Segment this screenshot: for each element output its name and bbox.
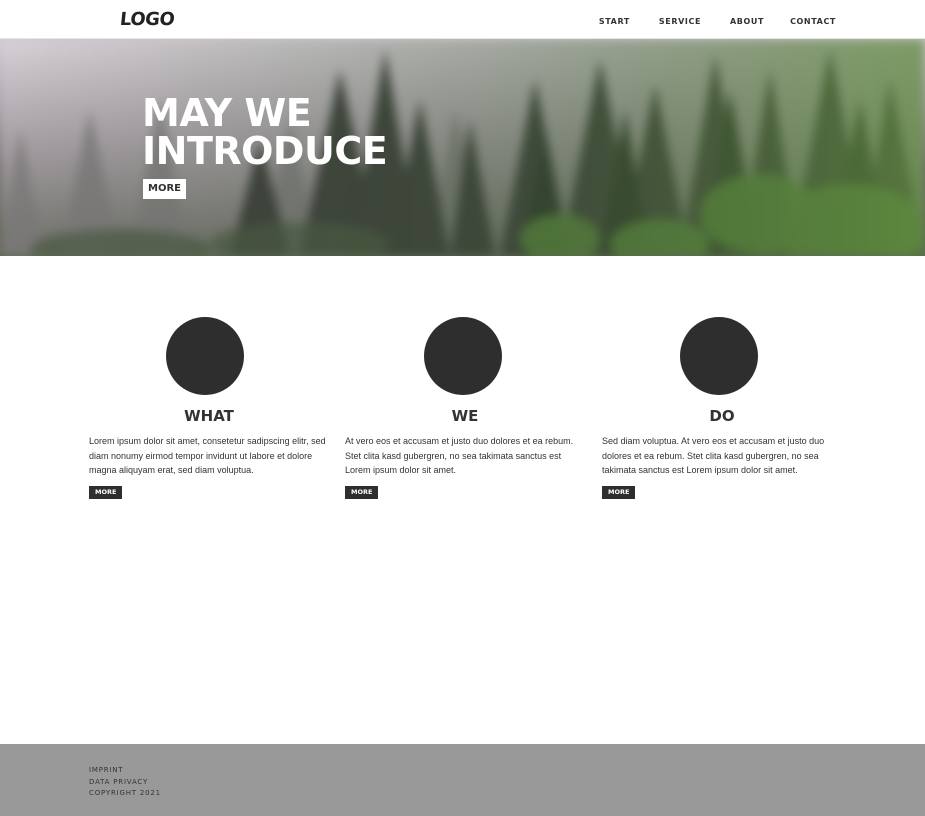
feature-image-placeholder — [424, 317, 502, 395]
feature-more-button[interactable]: MORE — [345, 485, 379, 499]
nav-about[interactable]: ABOUT — [730, 17, 764, 26]
feature-more-button[interactable]: MORE — [89, 485, 123, 499]
hero-more-button[interactable]: MORE — [143, 179, 186, 199]
footer-links: IMPRINT DATA PRIVACY COPYRIGHT 2021 — [89, 765, 161, 800]
feature-heading: DO — [709, 407, 735, 425]
feature-text: Lorem ipsum dolor sit amet, consetetur s… — [89, 436, 326, 475]
hero-banner: MAY WE INTRODUCE MORE — [0, 39, 925, 256]
hero-title-line-2: INTRODUCE — [142, 129, 388, 173]
site-header: LOGO START SERVICE ABOUT CONTACT — [0, 0, 925, 39]
feature-text: At vero eos et accusam et justo duo dolo… — [345, 436, 574, 475]
hero-title: MAY WE INTRODUCE — [142, 91, 388, 173]
footer-link-data-privacy[interactable]: DATA PRIVACY — [89, 777, 161, 789]
site-footer: IMPRINT DATA PRIVACY COPYRIGHT 2021 — [0, 744, 925, 816]
hero-title-line-1: MAY WE — [142, 91, 312, 135]
feature-more-button[interactable]: MORE — [602, 485, 636, 499]
footer-copyright: COPYRIGHT 2021 — [89, 789, 161, 797]
forest-background-image — [0, 39, 925, 256]
nav-contact[interactable]: CONTACT — [790, 17, 836, 26]
feature-image-placeholder — [680, 317, 758, 395]
footer-link-imprint[interactable]: IMPRINT — [89, 765, 161, 777]
feature-heading: WE — [451, 407, 479, 425]
feature-image-placeholder — [166, 317, 244, 395]
feature-column-what: WHAT Lorem ipsum dolor sit amet, consete… — [89, 317, 329, 499]
main-nav: START SERVICE ABOUT CONTACT — [599, 17, 836, 26]
feature-text: Sed diam voluptua. At vero eos et accusa… — [602, 436, 825, 475]
nav-service[interactable]: SERVICE — [659, 17, 701, 26]
feature-column-we: WE At vero eos et accusam et justo duo d… — [345, 317, 585, 499]
logo[interactable]: LOGO — [119, 9, 175, 30]
nav-start[interactable]: START — [599, 17, 630, 26]
feature-column-do: DO Sed diam voluptua. At vero eos et acc… — [602, 317, 842, 499]
feature-heading: WHAT — [184, 407, 234, 425]
